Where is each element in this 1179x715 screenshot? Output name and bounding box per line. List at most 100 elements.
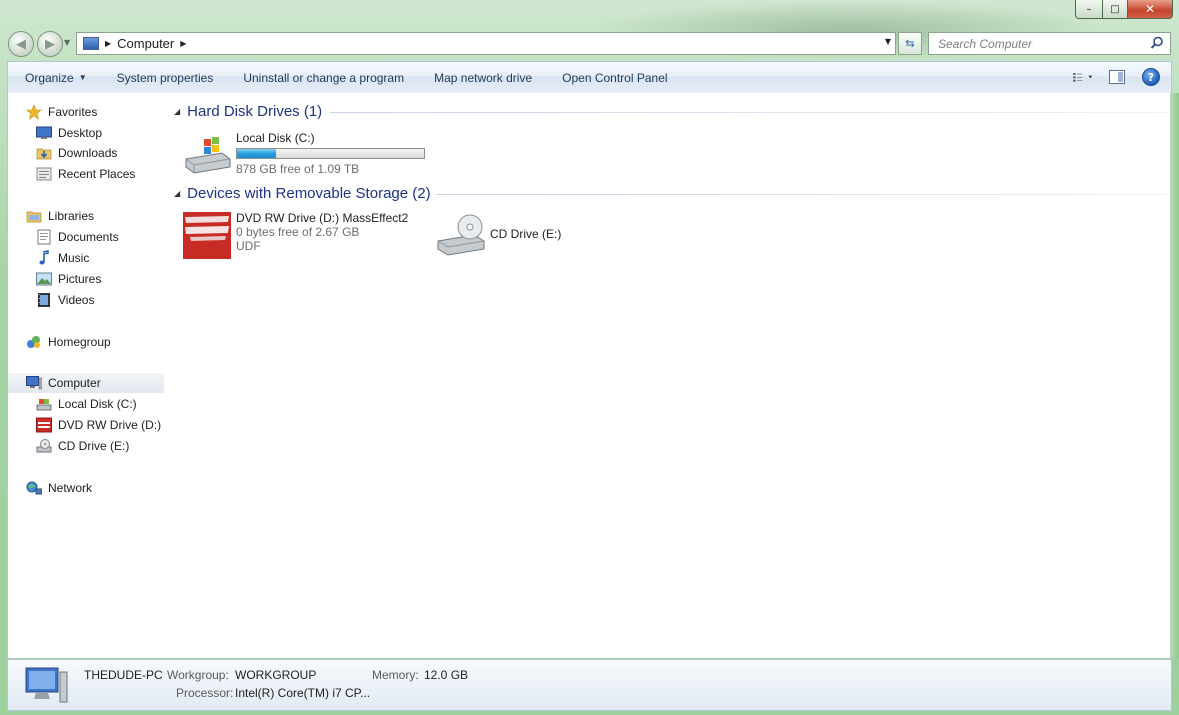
refresh-button[interactable]: ⇆ <box>898 32 922 55</box>
collapse-triangle-icon[interactable]: ◢ <box>174 189 180 198</box>
navigation-pane: Favorites Desktop Downloads Recent Place… <box>7 93 165 658</box>
nav-music[interactable]: Music <box>8 248 164 268</box>
group-divider <box>436 194 1166 195</box>
drive-name: DVD RW Drive (D:) MassEffect2 <box>236 211 409 225</box>
back-button[interactable]: ◀ <box>8 31 34 57</box>
downloads-icon <box>36 145 52 161</box>
dvd-disc-art-icon <box>183 212 231 259</box>
dvd-drive-details: DVD RW Drive (D:) MassEffect2 0 bytes fr… <box>236 211 408 261</box>
nav-recent-places[interactable]: Recent Places <box>8 164 164 184</box>
breadcrumb-computer[interactable]: Computer <box>117 36 174 51</box>
dvd-drive-item[interactable]: DVD RW Drive (D:) MassEffect2 0 bytes fr… <box>182 211 408 261</box>
nav-computer[interactable]: Computer <box>8 373 164 393</box>
breadcrumb-separator-icon[interactable]: ▶ <box>180 39 186 48</box>
workgroup-value: WORKGROUP <box>235 668 317 682</box>
search-input[interactable] <box>936 35 1150 52</box>
nav-pictures[interactable]: Pictures <box>8 269 164 289</box>
arrow-right-icon: ▶ <box>45 36 55 52</box>
nav-documents[interactable]: Documents <box>8 227 164 247</box>
hard-drive-icon <box>185 137 231 174</box>
minimize-button[interactable]: – <box>1075 0 1103 19</box>
computer-icon <box>83 37 99 50</box>
nav-cd-drive[interactable]: CD Drive (E:) <box>8 436 164 456</box>
homegroup-icon <box>26 334 42 350</box>
explorer-window: – □ ✕ ◀ ▶ ▼ ▶ Computer ▶ ▼ ⇆ Organize▼ S… <box>0 0 1179 715</box>
star-icon <box>26 104 42 120</box>
nav-homegroup[interactable]: Homegroup <box>8 332 164 352</box>
disk-usage-bar <box>236 148 425 159</box>
preview-pane-icon <box>1109 70 1125 84</box>
drive-free-space: 878 GB free of 1.09 TB <box>236 162 360 176</box>
preview-pane-button[interactable] <box>1107 67 1127 87</box>
desktop-icon <box>36 125 52 141</box>
close-button[interactable]: ✕ <box>1128 0 1173 19</box>
processor-label: Processor: <box>176 686 234 700</box>
nav-dvd-drive[interactable]: DVD RW Drive (D:) MassEffect2 <box>8 415 164 435</box>
removable-storage-header[interactable]: ◢ Devices with Removable Storage (2) <box>174 185 431 202</box>
refresh-icon: ⇆ <box>905 37 915 50</box>
address-dropdown-icon[interactable]: ▼ <box>885 37 891 46</box>
libraries-icon <box>26 208 42 224</box>
view-list-icon <box>1073 73 1093 82</box>
command-bar: Organize ▼ System properties Uninstall or… <box>7 61 1172 94</box>
help-button[interactable]: ? <box>1141 67 1161 87</box>
maximize-button[interactable]: □ <box>1103 0 1128 19</box>
recent-pages-dropdown[interactable]: ▼ <box>64 38 70 47</box>
content-pane: ◢ Hard Disk Drives (1) Local Disk (C:) 8… <box>164 93 1171 658</box>
address-bar[interactable]: ▶ Computer ▶ ▼ <box>76 32 896 55</box>
group-divider <box>330 112 1166 113</box>
nav-local-disk[interactable]: Local Disk (C:) <box>8 394 164 414</box>
nav-videos[interactable]: Videos <box>8 290 164 310</box>
cd-drive-icon <box>36 438 52 454</box>
window-border-right <box>1170 93 1179 658</box>
help-icon: ? <box>1142 68 1160 86</box>
breadcrumb-separator-icon[interactable]: ▶ <box>105 39 111 48</box>
hard-disk-drives-header[interactable]: ◢ Hard Disk Drives (1) <box>174 103 322 120</box>
computer-name: THEDUDE-PC <box>84 668 163 682</box>
pictures-icon <box>36 271 52 287</box>
system-properties-button[interactable]: System properties <box>102 62 229 93</box>
dvd-drive-icon <box>36 417 52 433</box>
chevron-down-icon: ▼ <box>78 73 87 82</box>
processor-value: Intel(R) Core(TM) i7 CP... <box>235 686 371 700</box>
search-box[interactable] <box>928 32 1171 55</box>
music-icon <box>36 250 52 266</box>
cd-drive-icon <box>437 214 485 256</box>
caption-buttons: – □ ✕ <box>1075 0 1173 19</box>
recent-places-icon <box>36 166 52 182</box>
drive-free-space: 0 bytes free of 2.67 GB <box>236 225 360 239</box>
cd-drive-details: CD Drive (E:) <box>490 211 561 261</box>
local-disk-item[interactable]: Local Disk (C:) 878 GB free of 1.09 TB <box>182 131 425 181</box>
nav-desktop[interactable]: Desktop <box>8 123 164 143</box>
local-disk-details: Local Disk (C:) 878 GB free of 1.09 TB <box>236 131 425 181</box>
workgroup-label: Workgroup: <box>167 668 229 682</box>
computer-icon <box>26 375 42 391</box>
search-icon[interactable] <box>1150 36 1164 50</box>
nav-favorites[interactable]: Favorites <box>8 102 164 122</box>
change-view-button[interactable] <box>1073 67 1093 87</box>
drive-name: Local Disk (C:) <box>236 131 315 145</box>
organize-button[interactable]: Organize ▼ <box>8 62 102 93</box>
forward-button[interactable]: ▶ <box>37 31 63 57</box>
nav-libraries[interactable]: Libraries <box>8 206 164 226</box>
nav-downloads[interactable]: Downloads <box>8 143 164 163</box>
open-control-panel-button[interactable]: Open Control Panel <box>547 62 682 93</box>
details-pane: THEDUDE-PC Workgroup: WORKGROUP Memory: … <box>7 659 1172 711</box>
arrow-left-icon: ◀ <box>16 36 26 52</box>
nav-network[interactable]: Network <box>8 478 164 498</box>
cd-drive-item[interactable]: CD Drive (E:) <box>436 211 561 261</box>
map-network-drive-button[interactable]: Map network drive <box>419 62 547 93</box>
view-controls: ? <box>1073 67 1161 87</box>
drive-name: CD Drive (E:) <box>490 227 562 241</box>
hard-drive-icon <box>36 396 52 412</box>
collapse-triangle-icon[interactable]: ◢ <box>174 107 180 116</box>
documents-icon <box>36 229 52 245</box>
network-icon <box>26 480 42 496</box>
drive-file-system: UDF <box>236 239 261 253</box>
computer-icon <box>25 667 68 703</box>
uninstall-program-button[interactable]: Uninstall or change a program <box>228 62 419 93</box>
disk-usage-fill <box>237 149 277 158</box>
memory-label: Memory: <box>372 668 419 682</box>
videos-icon <box>36 292 52 308</box>
memory-value: 12.0 GB <box>424 668 469 682</box>
